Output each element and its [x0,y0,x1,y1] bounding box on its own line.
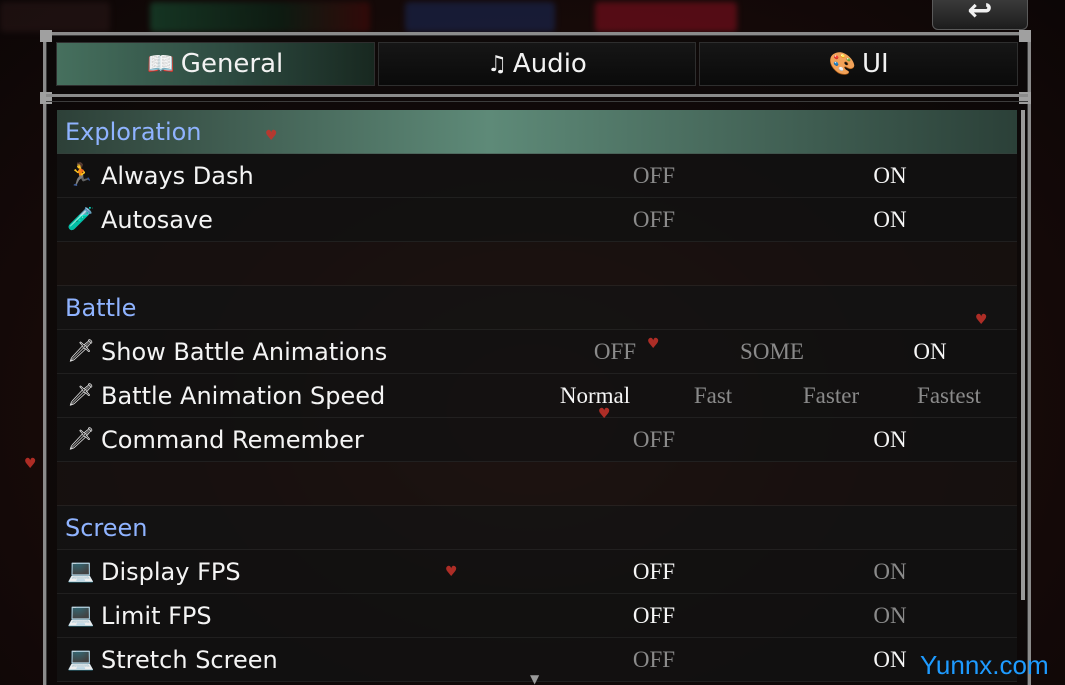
option-row[interactable]: 💻 Limit FPS OFF ON [57,594,1017,638]
option-value[interactable]: SOME [740,339,804,365]
option-value[interactable]: Faster [803,383,859,409]
tab-bar: 📖 General ♫ Audio 🎨 UI [56,42,1019,88]
tab-audio[interactable]: ♫ Audio [377,42,697,86]
hud-blur-left [0,2,110,32]
option-value[interactable]: ON [873,559,906,585]
tab-label: General [180,49,284,79]
option-row[interactable]: 🗡 Battle Animation Speed Normal Fast Faster F… [57,374,1017,418]
option-value[interactable]: OFF [633,427,675,453]
section-spacer [57,242,1017,286]
option-value[interactable]: OFF [633,647,675,673]
option-label: Limit FPS [101,602,212,630]
tab-divider [46,94,1028,102]
hud-blur-alert [595,2,737,32]
option-value[interactable]: OFF [633,163,675,189]
heart-particle-icon: ♥ [265,128,278,144]
scrollbar[interactable] [1021,110,1025,600]
options-list: Exploration 🏃 Always Dash OFF ON 🧪 Autosave OFF… [57,110,1017,682]
option-value[interactable]: ON [873,427,906,453]
heart-particle-icon: ♥ [445,564,458,580]
option-label: Autosave [101,206,213,234]
option-label: Battle Animation Speed [101,382,386,410]
section-spacer [57,462,1017,506]
option-row[interactable]: 🏃 Always Dash OFF ON [57,154,1017,198]
monitor-icon: 💻 [67,603,95,628]
tab-label: UI [862,49,889,79]
heart-particle-icon: ♥ [647,336,660,352]
frame-corner [1019,30,1031,42]
option-row[interactable]: 🗡 Show Battle Animations OFF SOME ON [57,330,1017,374]
watermark: Yunnx.com [920,650,1049,680]
option-label: Always Dash [101,162,254,190]
option-label: Stretch Screen [101,646,278,674]
background-hud [0,0,1065,36]
hud-blur-status [150,2,370,32]
back-arrow-icon: ↩ [967,0,993,28]
monitor-icon: 💻 [67,559,95,584]
option-value[interactable]: Normal [560,383,630,409]
book-icon: 📖 [147,51,175,77]
section-header: Exploration [57,110,1017,154]
option-row[interactable]: 🧪 Autosave OFF ON [57,198,1017,242]
monitor-icon: 💻 [67,647,95,672]
running-figure-icon: 🏃 [67,163,95,188]
option-value[interactable]: ON [873,647,906,673]
music-note-icon: ♫ [487,51,507,77]
frame-corner [40,30,52,42]
sword-icon: 🗡 [67,427,95,452]
option-value[interactable]: ON [913,339,946,365]
tab-general[interactable]: 📖 General [56,42,375,86]
option-value[interactable]: Fastest [917,383,981,409]
section-header: Battle [57,286,1017,330]
sword-icon: 🗡 [67,383,95,408]
section-title: Screen [65,513,148,542]
option-label: Command Remember [101,426,364,454]
sword-icon: 🗡 [67,339,95,364]
option-label: Display FPS [101,558,241,586]
section-title: Battle [65,293,137,322]
back-button[interactable]: ↩ [932,0,1028,30]
option-value[interactable]: OFF [633,603,675,629]
heart-particle-icon: ♥ [24,456,37,472]
option-value[interactable]: ON [873,207,906,233]
option-row[interactable]: 💻 Display FPS OFF ON [57,550,1017,594]
potion-icon: 🧪 [67,207,95,232]
scroll-down-icon[interactable]: ▼ [530,672,539,685]
option-value[interactable]: ON [873,163,906,189]
option-row[interactable]: 🗡 Command Remember OFF ON [57,418,1017,462]
tab-label: Audio [512,49,587,79]
hud-blur-info [405,2,555,32]
option-value[interactable]: OFF [633,207,675,233]
option-value[interactable]: ON [873,603,906,629]
option-value[interactable]: OFF [594,339,636,365]
option-label: Show Battle Animations [101,338,388,366]
paint-icon: 🎨 [828,51,857,77]
section-title: Exploration [65,117,202,146]
section-header: Screen [57,506,1017,550]
option-value[interactable]: Fast [694,383,732,409]
tab-ui[interactable]: 🎨 UI [699,42,1019,86]
heart-particle-icon: ♥ [598,406,611,422]
heart-particle-icon: ♥ [975,312,988,328]
option-value[interactable]: OFF [633,559,675,585]
